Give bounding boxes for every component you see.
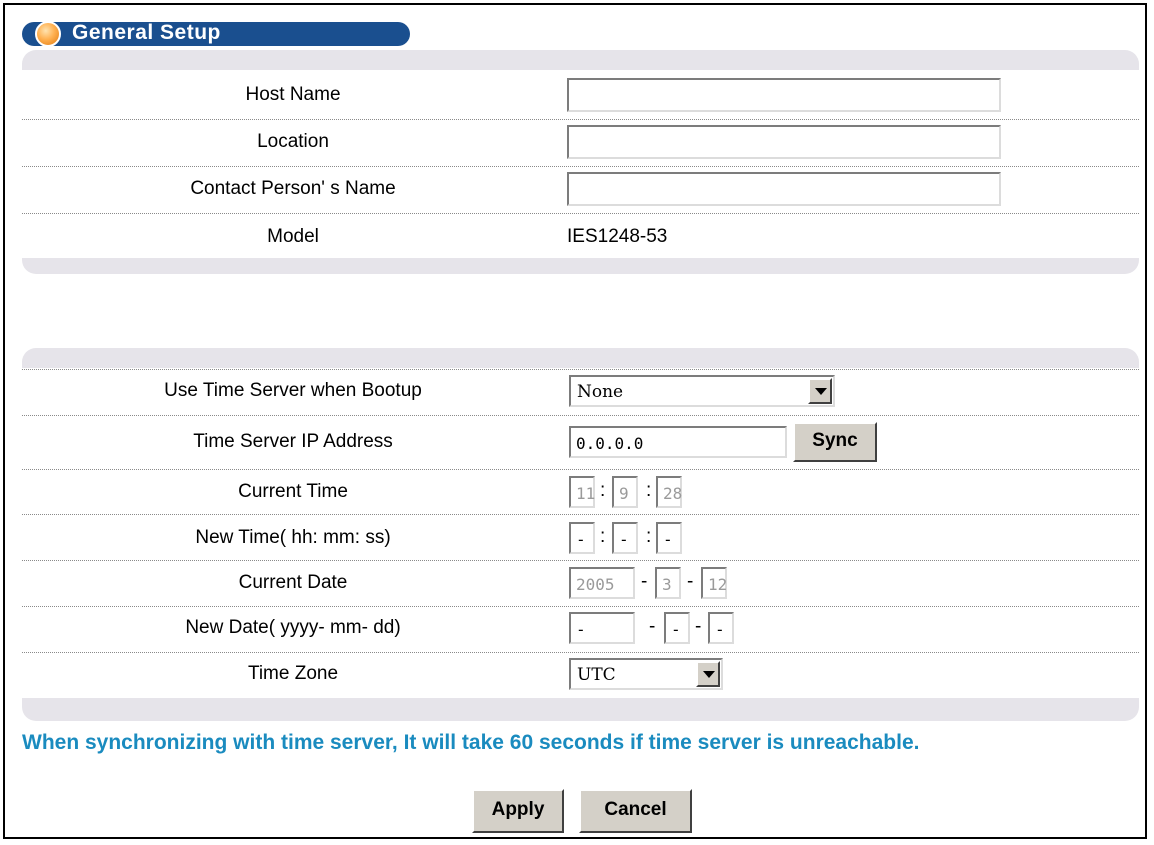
current-time-label: Current Time [238, 481, 348, 502]
server-ip-input[interactable]: 0.0.0.0 [569, 426, 787, 458]
current-minute: 9 [612, 476, 638, 508]
new-second-input[interactable]: - [656, 522, 682, 554]
time-zone-select-value: UTC [577, 665, 616, 685]
host-name-row: Host Name [22, 78, 1139, 112]
time-zone-row: Time Zone UTC [22, 658, 1139, 690]
new-day-input[interactable]: - [708, 612, 734, 644]
sync-warning-note: When synchronizing with time server, It … [22, 731, 920, 754]
new-time-label: New Time( hh: mm: ss) [195, 527, 391, 548]
time-zone-label: Time Zone [247, 663, 339, 684]
time-panel: Use Time Server when Bootup None Time Se… [22, 348, 1139, 721]
boot-row: Use Time Server when Bootup None [22, 375, 1139, 407]
location-row: Location [22, 125, 1139, 159]
time-separator: : [646, 480, 652, 501]
boot-label: Use Time Server when Bootup [164, 380, 422, 401]
location-label: Location [257, 131, 329, 152]
model-value: IES1248-53 [567, 226, 668, 247]
contact-input[interactable] [567, 172, 1001, 206]
contact-row: Contact Person' s Name [22, 172, 1139, 206]
current-year: 2005 [569, 567, 635, 599]
time-separator: : [646, 526, 652, 547]
cancel-button[interactable]: Cancel [579, 789, 692, 833]
current-date-row: Current Date 2005 - 3 - 12 [22, 567, 1139, 599]
time-server-select[interactable]: None [569, 375, 835, 407]
new-date-row: New Date( yyyy- mm- dd) - - - - - [22, 612, 1139, 644]
sync-button[interactable]: Sync [793, 422, 877, 462]
current-time-row: Current Time 11 : 9 : 28 [22, 476, 1139, 508]
host-name-label: Host Name [245, 84, 341, 105]
current-hour: 11 [569, 476, 595, 508]
model-label: Model [267, 226, 319, 247]
date-separator: - [649, 616, 656, 637]
new-month-input[interactable]: - [664, 612, 690, 644]
time-zone-select[interactable]: UTC [569, 658, 723, 690]
orb-icon [35, 21, 61, 47]
current-second: 28 [656, 476, 682, 508]
new-date-label: New Date( yyyy- mm- dd) [185, 617, 401, 638]
time-server-select-value: None [577, 382, 624, 402]
contact-label: Contact Person' s Name [190, 178, 396, 199]
current-month: 3 [655, 567, 681, 599]
chevron-down-icon[interactable] [808, 378, 832, 404]
general-panel: Host Name Location Contact Person' s Nam… [22, 50, 1139, 274]
location-input[interactable] [567, 125, 1001, 159]
current-day: 12 [701, 567, 727, 599]
server-ip-row: Time Server IP Address 0.0.0.0 Sync [22, 422, 1139, 462]
time-separator: : [600, 526, 606, 547]
new-year-input[interactable]: - [569, 612, 635, 644]
current-date-label: Current Date [238, 572, 348, 593]
date-separator: - [695, 616, 702, 637]
new-hour-input[interactable]: - [569, 522, 595, 554]
page-title: General Setup [72, 21, 221, 44]
host-name-input[interactable] [567, 78, 1001, 112]
new-time-row: New Time( hh: mm: ss) - : - : - [22, 522, 1139, 554]
new-minute-input[interactable]: - [612, 522, 638, 554]
server-ip-label: Time Server IP Address [193, 431, 393, 452]
model-row: Model IES1248-53 [22, 220, 1139, 254]
date-separator: - [641, 571, 648, 592]
apply-button[interactable]: Apply [472, 789, 564, 833]
time-separator: : [600, 480, 606, 501]
date-separator: - [687, 571, 694, 592]
chevron-down-icon[interactable] [696, 661, 720, 687]
